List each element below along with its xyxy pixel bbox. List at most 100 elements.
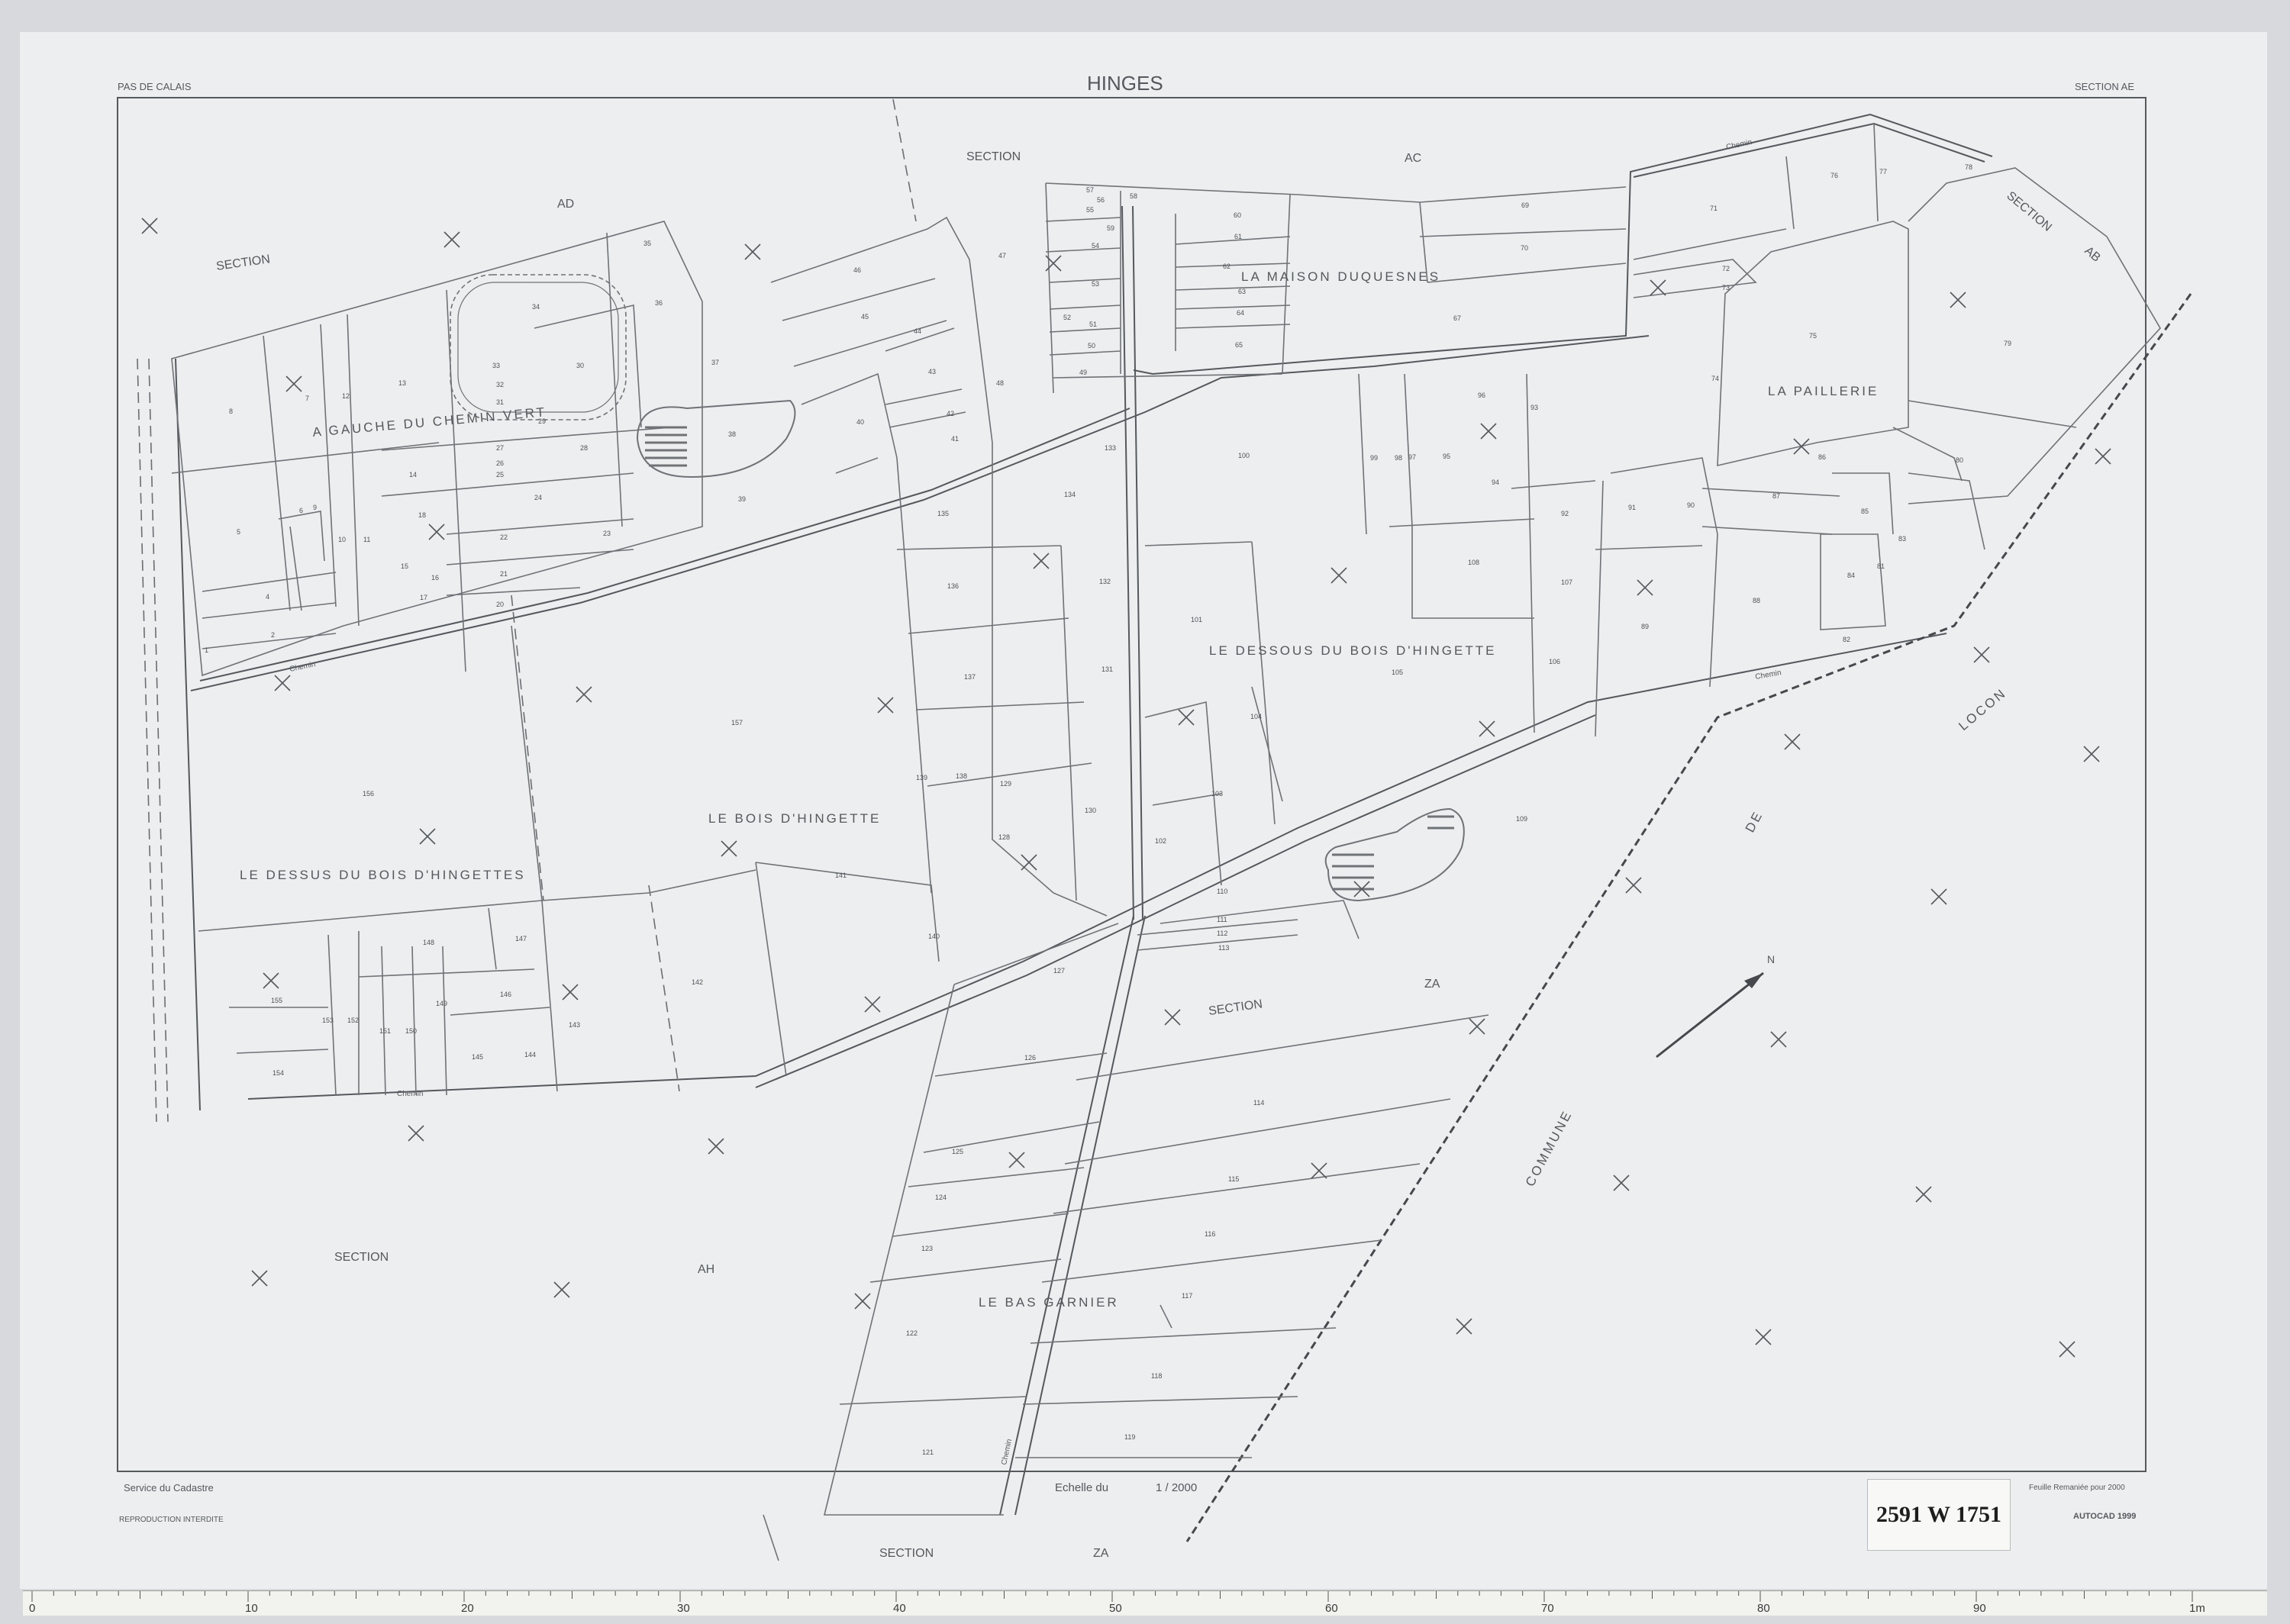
road-label: Chemin	[1755, 669, 1782, 682]
section-limit-centre	[511, 594, 544, 901]
parcel-number: 42	[947, 410, 954, 417]
parcel-number: 137	[964, 673, 976, 681]
parcel-number: 59	[1107, 224, 1114, 232]
parcel-number: 115	[1228, 1175, 1239, 1183]
pond-1-hatching	[645, 426, 687, 467]
section-limit-south	[648, 884, 680, 1092]
parcel-number: 102	[1155, 837, 1166, 845]
parcel-number: 82	[1843, 636, 1850, 643]
parcel-number: 110	[1217, 888, 1227, 895]
ruler-number: 70	[1541, 1602, 1554, 1615]
parcel-number: 108	[1468, 559, 1479, 566]
ruler-number: 80	[1757, 1602, 1770, 1615]
parcel-number: 145	[472, 1053, 483, 1061]
parcel-number: 27	[496, 444, 504, 452]
parcel-number: 111	[1217, 916, 1227, 923]
parcel-number: 1	[205, 646, 208, 654]
lieu-dit-label: A GAUCHE DU CHEMIN VERT	[312, 404, 547, 440]
parcel-number: 12	[342, 392, 350, 400]
parcel-number: 69	[1521, 201, 1529, 209]
parcel-number: 2	[271, 631, 275, 639]
parcel-number: 18	[418, 511, 426, 519]
parcel-number: 139	[916, 774, 927, 781]
parcel-number: 13	[398, 379, 406, 387]
parcel-number: 128	[998, 833, 1010, 841]
parcel-number: 123	[921, 1245, 933, 1252]
parcel-number: 118	[1151, 1372, 1162, 1380]
parcel-number: 7	[305, 395, 309, 402]
parcel-number: 56	[1097, 196, 1105, 204]
parcel-number: 23	[603, 530, 611, 537]
parcel-number: 106	[1549, 658, 1560, 665]
parcel-number: 129	[1000, 780, 1011, 788]
parcel-number: 153	[322, 1017, 334, 1024]
parcel-number: 45	[861, 313, 869, 321]
parcel-number: 30	[576, 362, 584, 369]
lieu-dit-label: LE BAS GARNIER	[979, 1295, 1119, 1310]
parcel-number: 149	[436, 1000, 447, 1007]
parcel-number: 10	[338, 536, 346, 543]
parcel-number: 89	[1641, 623, 1649, 630]
ruler-number: 30	[677, 1602, 690, 1615]
parcel-number: 156	[363, 790, 374, 798]
commune-title: HINGES	[1087, 72, 1163, 95]
parcel-number: 73	[1722, 284, 1730, 292]
parcel-number: 39	[738, 495, 746, 503]
neighbour-section-code: ZA	[1093, 1547, 1109, 1560]
parcel-number: 143	[569, 1021, 580, 1029]
parcel-number: 33	[492, 362, 500, 369]
parcel-number: 151	[379, 1027, 391, 1035]
parcel-number: 44	[914, 327, 921, 335]
reproduction-label: REPRODUCTION INTERDITE	[119, 1516, 224, 1524]
parcel-number: 58	[1130, 192, 1137, 200]
parcel-number: 57	[1086, 186, 1094, 194]
parcel-number: 135	[937, 510, 949, 517]
parcel-number: 49	[1079, 369, 1087, 376]
producer-label: Service du Cadastre	[124, 1482, 214, 1494]
department-label: PAS DE CALAIS	[118, 81, 192, 92]
parcel-number: 131	[1101, 665, 1113, 673]
parcel-number: 88	[1753, 597, 1760, 604]
neighbour-section-label: SECTION	[215, 253, 271, 273]
chemin-north-road-edge	[1633, 122, 1985, 178]
parcel-number: 152	[347, 1017, 359, 1024]
chemin-central-lane-edge	[1132, 205, 1143, 920]
parcels-north-middle	[770, 182, 1627, 474]
parcel-number: 130	[1085, 807, 1096, 814]
parcel-number: 72	[1722, 265, 1730, 272]
road-label: Chemin	[1725, 138, 1753, 152]
parcel-number: 119	[1124, 1433, 1135, 1441]
section-label: SECTION AE	[2075, 81, 2134, 92]
parcel-number: 144	[524, 1051, 536, 1058]
ruler-number: 20	[461, 1602, 474, 1615]
parcel-number: 50	[1088, 342, 1095, 350]
parcel-number: 41	[951, 435, 959, 443]
parcel-number: 28	[580, 444, 588, 452]
parcel-number: 113	[1218, 944, 1229, 952]
chemin-d-hingette-road-edge	[755, 714, 1596, 1088]
parcel-number: 140	[928, 933, 940, 940]
parcel-number: 53	[1092, 280, 1099, 288]
parcel-number: 22	[500, 533, 508, 541]
parcel-number: 76	[1830, 172, 1838, 179]
parcel-number: 155	[271, 997, 282, 1004]
commune-label: LOCON	[1956, 685, 2009, 733]
parcel-number: 64	[1237, 309, 1244, 317]
commune-label: COMMUNE	[1523, 1107, 1576, 1189]
north-arrow: N	[1656, 953, 1775, 1058]
parcel-number: 99	[1370, 454, 1378, 462]
parcel-number: 86	[1818, 453, 1826, 461]
chemin-south-road-edge	[1014, 915, 1146, 1516]
parcel-number: 43	[928, 368, 936, 375]
parcel-number: 78	[1965, 163, 1972, 171]
ruler-number: 90	[1973, 1602, 1986, 1615]
parcel-number: 122	[906, 1329, 918, 1337]
lieu-dit-label: LE DESSUS DU BOIS D'HINGETTES	[240, 868, 526, 882]
lieu-dit-label: LE DESSOUS DU BOIS D'HINGETTE	[1209, 643, 1496, 658]
parcel-number: 79	[2004, 340, 2011, 347]
parcel-number: 67	[1453, 314, 1461, 322]
software-label: AUTOCAD 1999	[2073, 1512, 2136, 1521]
parcel-number: 96	[1478, 392, 1485, 399]
parcel-number: 71	[1710, 205, 1718, 212]
neighbour-section-label: SECTION	[2004, 189, 2053, 234]
